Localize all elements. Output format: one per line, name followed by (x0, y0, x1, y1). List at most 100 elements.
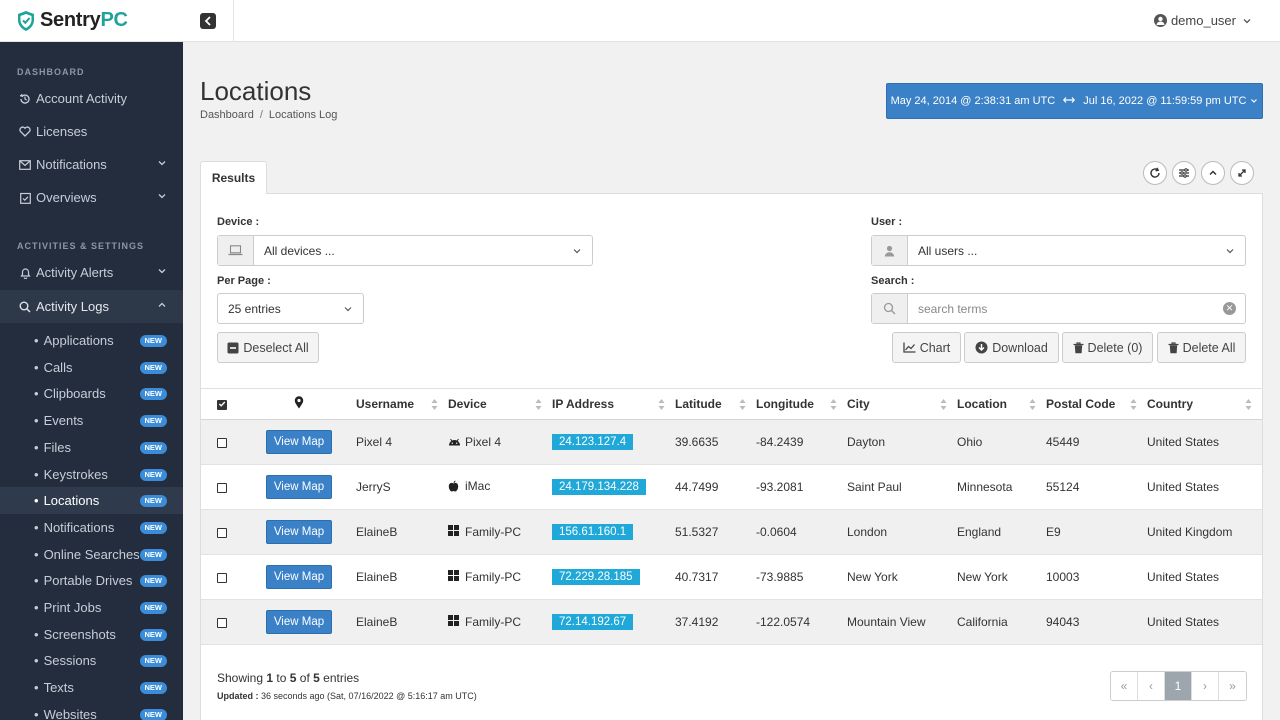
delete-all-button[interactable]: Delete All (1157, 332, 1246, 363)
row-checkbox[interactable] (217, 617, 227, 628)
chart-line-icon (903, 342, 916, 353)
sidebar-subitem-screenshots[interactable]: • Screenshots NEW (0, 621, 183, 648)
select-all-checkbox[interactable] (217, 399, 227, 410)
ip-badge[interactable]: 72.229.28.185 (552, 569, 640, 585)
ip-badge[interactable]: 156.61.160.1 (552, 524, 634, 540)
sidebar-subitem-events[interactable]: • Events NEW (0, 407, 183, 434)
sidebar-subitem-applications[interactable]: • Applications NEW (0, 327, 183, 354)
sidebar-subitem-label: Websites (43, 706, 97, 720)
next-page-button[interactable]: › (1192, 672, 1219, 700)
windows-icon (448, 570, 460, 584)
ip-badge[interactable]: 24.123.127.4 (552, 434, 634, 450)
sort-icon (1130, 399, 1137, 410)
sidebar-item-activity-alerts[interactable]: Activity Alerts (0, 256, 183, 289)
new-badge: NEW (139, 335, 167, 347)
top-bar: demo_user (183, 0, 1280, 42)
column-header-ip-address[interactable]: IP Address (552, 388, 675, 420)
sidebar-subitem-files[interactable]: • Files NEW (0, 434, 183, 461)
device-select[interactable]: All devices ... (217, 235, 593, 266)
sidebar-subitem-keystrokes[interactable]: • Keystrokes NEW (0, 461, 183, 488)
sidebar-subitem-portable-drives[interactable]: • Portable Drives NEW (0, 567, 183, 594)
chevron-left-icon (204, 16, 211, 26)
new-badge: NEW (139, 548, 167, 561)
search-icon (18, 300, 32, 314)
new-badge: NEW (139, 602, 167, 614)
sidebar-item-notifications[interactable]: Notifications (0, 148, 183, 181)
sidebar-item-licenses[interactable]: Licenses (0, 115, 183, 148)
column-header-country[interactable]: Country (1147, 388, 1262, 420)
row-checkbox[interactable] (217, 527, 227, 538)
sidebar-item-overviews[interactable]: Overviews (0, 181, 183, 214)
sidebar-subitem-websites[interactable]: • Websites NEW (0, 701, 183, 720)
clipboard-check-icon (18, 191, 32, 205)
table-row: View Map Pixel 4 Pixel 4 24.123.127.4 39.663… (201, 419, 1262, 465)
sidebar-subitem-online-searches[interactable]: • Online Searches NEW (0, 541, 183, 568)
search-input[interactable] (908, 301, 1223, 316)
delete-button[interactable]: Delete (0) (1062, 332, 1153, 363)
row-checkbox[interactable] (217, 482, 227, 493)
chevron-down-icon (158, 269, 166, 274)
sidebar-item-label: Account Activity (36, 91, 128, 106)
bullet: • (34, 333, 39, 348)
cell-longitude: -122.0574 (756, 599, 847, 645)
new-badge: NEW (139, 441, 167, 454)
sidebar-subitem-clipboards[interactable]: • Clipboards NEW (0, 380, 183, 407)
sidebar-item-activity-logs[interactable]: Activity Logs (0, 290, 183, 323)
deselect-all-button[interactable]: Deselect All (217, 332, 319, 363)
brand-logo[interactable]: SentryPC (0, 0, 183, 42)
column-header-username[interactable]: Username (356, 388, 448, 420)
last-page-button[interactable]: » (1219, 672, 1246, 700)
view-map-button[interactable]: View Map (265, 430, 333, 454)
cell-city: Mountain View (847, 599, 957, 645)
refresh-button[interactable] (1143, 161, 1167, 185)
view-map-button[interactable]: View Map (265, 565, 333, 589)
page-button-current[interactable]: 1 (1165, 672, 1192, 700)
column-header-location[interactable]: Location (957, 388, 1046, 420)
column-header-city[interactable]: City (847, 388, 957, 420)
user-select[interactable]: All users ... (871, 235, 1246, 266)
per-page-select[interactable]: 25 entries (217, 293, 364, 324)
clear-search-icon[interactable]: ✕ (1223, 302, 1236, 315)
sidebar-subitem-print-jobs[interactable]: • Print Jobs NEW (0, 594, 183, 621)
prev-page-button[interactable]: ‹ (1138, 672, 1165, 700)
view-map-button[interactable]: View Map (265, 520, 333, 544)
view-map-button[interactable]: View Map (265, 610, 333, 634)
per-page-label: Per Page : (217, 275, 271, 287)
collapse-panel-button[interactable] (1201, 161, 1225, 185)
sidebar-subitem-sessions[interactable]: • Sessions NEW (0, 647, 183, 674)
row-checkbox[interactable] (217, 437, 227, 448)
sidebar-item-account-activity[interactable]: Account Activity (0, 82, 183, 115)
column-header-device[interactable]: Device (448, 388, 552, 420)
ip-badge[interactable]: 72.14.192.67 (552, 614, 634, 630)
filter-settings-button[interactable] (1172, 161, 1196, 185)
table-row: View Map JerryS iMac 24.179.134.228 44.7499-… (201, 464, 1262, 510)
column-header-postal-code[interactable]: Postal Code (1046, 388, 1147, 420)
history-icon (18, 92, 32, 106)
cell-location: California (957, 599, 1046, 645)
sidebar-subitem-locations[interactable]: • Locations NEW (0, 487, 183, 515)
sidebar-toggle-button[interactable] (200, 13, 216, 29)
column-header-latitude[interactable]: Latitude (675, 388, 756, 420)
sidebar-subitem-texts[interactable]: • Texts NEW (0, 674, 183, 701)
row-checkbox[interactable] (217, 572, 227, 583)
view-map-button[interactable]: View Map (265, 475, 333, 499)
user-menu[interactable]: demo_user (1153, 13, 1252, 28)
download-icon (975, 341, 988, 354)
view-map-cell: View Map (242, 509, 356, 555)
ip-badge[interactable]: 24.179.134.228 (552, 479, 646, 495)
breadcrumb-dashboard[interactable]: Dashboard (200, 109, 254, 121)
cell-ip-address: 72.229.28.185 (552, 554, 675, 600)
tab-results[interactable]: Results (200, 161, 267, 194)
sidebar-subitem-notifications[interactable]: • Notifications NEW (0, 514, 183, 541)
chart-button[interactable]: Chart (892, 332, 961, 363)
date-range-picker[interactable]: May 24, 2014 @ 2:38:31 am UTC Jul 16, 20… (886, 83, 1263, 119)
user-label: User : (871, 216, 903, 228)
download-button[interactable]: Download (964, 332, 1059, 363)
section-dashboard: DASHBOARD (17, 67, 85, 77)
minus-square-icon (227, 342, 239, 353)
column-header-longitude[interactable]: Longitude (756, 388, 847, 420)
sidebar-subitem-calls[interactable]: • Calls NEW (0, 354, 183, 381)
bullet: • (34, 706, 39, 720)
expand-panel-button[interactable] (1230, 161, 1254, 185)
first-page-button[interactable]: « (1111, 672, 1138, 700)
